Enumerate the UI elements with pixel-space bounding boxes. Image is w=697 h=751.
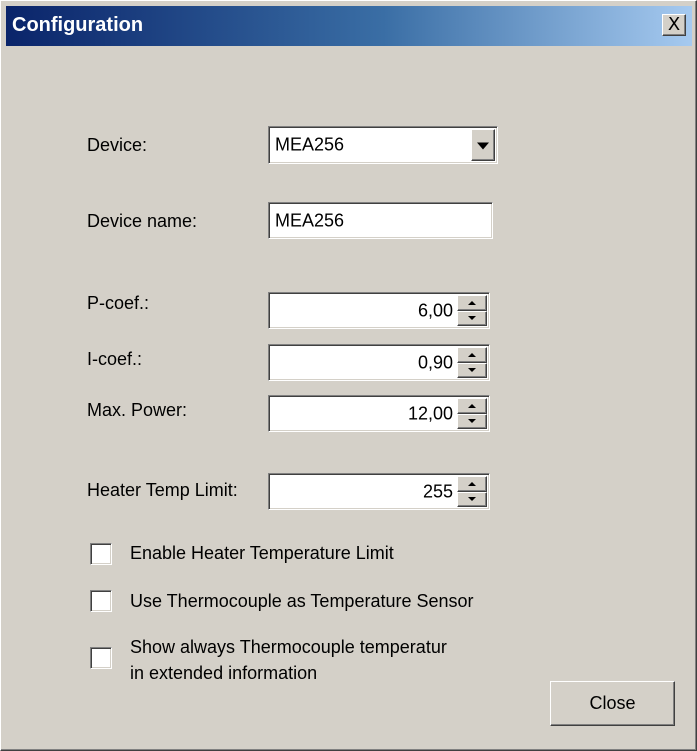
max-power-value: 12,00 [407, 403, 453, 423]
spin-down-icon[interactable] [457, 413, 487, 429]
i-coef-spin [457, 347, 487, 378]
chevron-down-icon[interactable] [471, 129, 495, 161]
spin-up-icon[interactable] [457, 295, 487, 311]
heater-temp-limit-value: 255 [422, 481, 453, 501]
spin-up-icon[interactable] [457, 398, 487, 414]
show-thermocouple-label-line2: in extended information [130, 663, 318, 683]
p-coef-spinbox[interactable]: 6,00 [268, 292, 490, 329]
use-thermocouple-label: Use Thermocouple as Temperature Sensor [130, 591, 474, 611]
spin-up-icon[interactable] [457, 476, 487, 492]
show-thermocouple-label-line1: Show always Thermocouple temperatur [130, 637, 447, 657]
p-coef-label: P-coef.: [87, 293, 150, 313]
heater-temp-limit-label: Heater Temp Limit: [87, 480, 238, 500]
max-power-spin [457, 398, 487, 429]
device-name-label: Device name: [87, 211, 198, 231]
use-thermocouple-checkbox[interactable] [90, 590, 112, 612]
configuration-dialog: Configuration X Device: MEA256 Device na… [0, 0, 697, 751]
device-name-input[interactable]: MEA256 [268, 202, 493, 239]
close-icon[interactable]: X [662, 14, 686, 36]
max-power-spinbox[interactable]: 12,00 [268, 395, 490, 432]
spin-down-icon[interactable] [457, 310, 487, 326]
i-coef-value: 0,90 [417, 352, 453, 372]
p-coef-spin [457, 295, 487, 326]
spin-down-icon[interactable] [457, 491, 487, 507]
window-title: Configuration [12, 14, 144, 36]
spin-down-icon[interactable] [457, 362, 487, 378]
device-dropdown-value: MEA256 [275, 134, 345, 155]
device-dropdown[interactable]: MEA256 [268, 126, 498, 164]
i-coef-spinbox[interactable]: 0,90 [268, 344, 490, 381]
p-coef-value: 6,00 [417, 300, 453, 320]
show-thermocouple-checkbox[interactable] [90, 647, 112, 669]
device-name-value: MEA256 [275, 210, 345, 230]
heater-temp-limit-spinbox[interactable]: 255 [268, 473, 490, 510]
spin-up-icon[interactable] [457, 347, 487, 363]
enable-heater-limit-label: Enable Heater Temperature Limit [130, 543, 394, 563]
i-coef-label: I-coef.: [87, 349, 143, 369]
heater-temp-limit-spin [457, 476, 487, 507]
enable-heater-limit-checkbox[interactable] [90, 543, 112, 565]
title-bar: Configuration X [6, 6, 692, 46]
device-label: Device: [87, 135, 148, 155]
max-power-label: Max. Power: [87, 400, 188, 420]
close-button[interactable]: Close [550, 681, 675, 726]
